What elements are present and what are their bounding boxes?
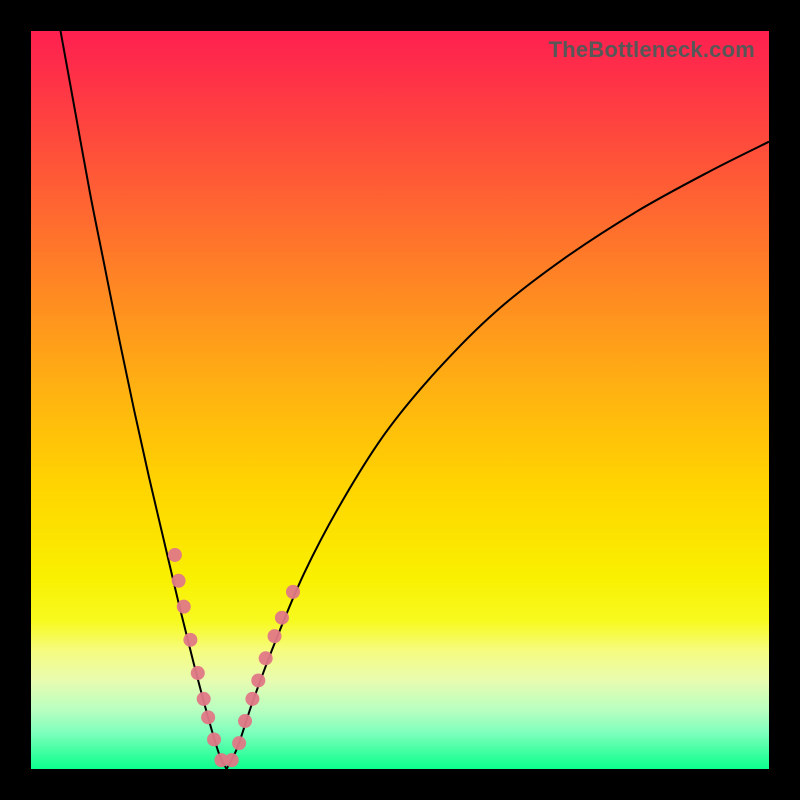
chart-frame: TheBottleneck.com bbox=[0, 0, 800, 800]
data-marker bbox=[197, 692, 211, 706]
data-marker bbox=[201, 710, 215, 724]
data-marker bbox=[207, 732, 221, 746]
data-marker bbox=[251, 673, 265, 687]
data-marker bbox=[245, 692, 259, 706]
plot-area: TheBottleneck.com bbox=[31, 31, 769, 769]
data-marker bbox=[191, 666, 205, 680]
data-marker bbox=[225, 753, 239, 767]
data-marker bbox=[238, 714, 252, 728]
data-marker bbox=[232, 736, 246, 750]
data-marker bbox=[168, 548, 182, 562]
data-marker bbox=[183, 633, 197, 647]
curve-left-branch bbox=[61, 31, 227, 769]
data-marker bbox=[268, 629, 282, 643]
data-marker bbox=[259, 651, 273, 665]
marker-group bbox=[168, 548, 300, 767]
curve-right-branch bbox=[227, 142, 769, 769]
data-marker bbox=[286, 585, 300, 599]
chart-svg bbox=[31, 31, 769, 769]
data-marker bbox=[275, 611, 289, 625]
data-marker bbox=[172, 574, 186, 588]
data-marker bbox=[177, 600, 191, 614]
